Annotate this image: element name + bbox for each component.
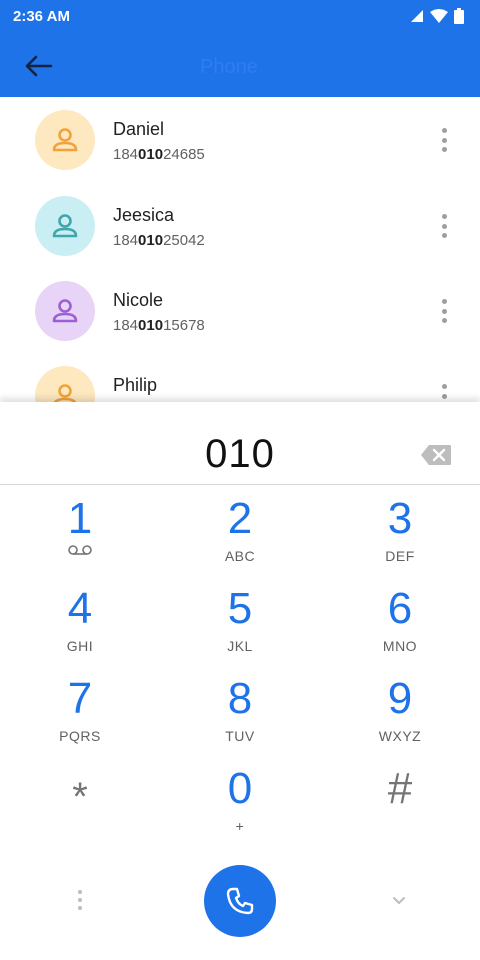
more-options-button[interactable] [436,381,452,402]
collapse-dialpad-button[interactable] [388,892,410,908]
key-letters: TUV [225,728,255,744]
chevron-down-icon [393,897,405,904]
contact-name: Daniel [113,119,165,139]
key-hash[interactable]: # [320,766,480,856]
key-digit: 2 [227,494,253,543]
key-digit: 9 [387,674,413,723]
status-icons [410,8,464,24]
key-digit: 6 [387,584,413,633]
contact-name: Philip [113,375,158,395]
key-letters: PQRS [59,728,101,744]
wifi-icon [430,9,448,23]
dialpad: 010 1 2 ABC 3 DEF 4 GHI 5 JKL 6 MNO 7 PQ… [0,402,480,960]
key-digit: 7 [67,674,93,723]
key-digit: # [387,764,413,813]
overflow-menu-button[interactable] [72,888,88,912]
avatar [35,366,95,402]
key-letters: GHI [66,638,94,654]
person-icon [52,299,78,323]
key-digit: 3 [387,494,413,543]
key-8[interactable]: 8 TUV [160,676,320,766]
key-digit: 8 [227,674,253,723]
key-digit: 1 [67,494,93,543]
status-bar: 2:36 AM [0,0,480,34]
key-6[interactable]: 6 MNO [320,586,480,676]
divider [0,484,480,485]
key-star[interactable]: * [0,766,160,856]
key-9[interactable]: 9 WXYZ [320,676,480,766]
avatar [35,196,95,256]
key-1[interactable]: 1 [0,496,160,586]
contact-name: Nicole [113,290,164,310]
more-options-button[interactable] [436,296,452,326]
key-4[interactable]: 4 GHI [0,586,160,676]
contact-number: 18401024685 [113,146,205,163]
status-time: 2:36 AM [13,8,70,25]
voicemail-icon [68,545,92,555]
app-title: Phone [200,56,258,78]
key-digit: * [72,775,88,819]
key-digit: 0 [227,764,253,813]
key-0[interactable]: 0 + [160,766,320,856]
key-letters: MNO [382,638,418,654]
key-letters: ABC [224,548,256,564]
person-icon [53,384,77,402]
key-7[interactable]: 7 PQRS [0,676,160,766]
more-options-button[interactable] [436,125,452,155]
phone-icon [226,887,254,915]
key-2[interactable]: 2 ABC [160,496,320,586]
dialed-digits[interactable]: 010 [0,432,480,477]
contact-row[interactable]: Daniel 18401024685 [0,97,480,183]
call-button[interactable] [204,865,276,937]
key-digit: 4 [67,584,93,633]
number-match: 010 [138,317,164,334]
key-digit: 5 [227,584,253,633]
person-icon [52,128,78,152]
contact-row[interactable]: Nicole 18401015678 [0,268,480,354]
avatar [35,281,95,341]
battery-icon [454,8,464,24]
more-options-button[interactable] [436,211,452,241]
back-button[interactable] [18,50,58,82]
key-letters: DEF [385,548,415,564]
key-3[interactable]: 3 DEF [320,496,480,586]
number-match: 010 [138,232,164,249]
key-5[interactable]: 5 JKL [160,586,320,676]
contact-row[interactable]: Philip [0,353,480,402]
key-letters: WXYZ [378,728,422,744]
key-letters: JKL [227,638,253,654]
person-icon [52,214,78,238]
contact-number: 18401025042 [113,232,205,249]
arrow-back-icon [25,55,53,77]
backspace-icon [421,445,451,465]
contact-name: Jeesica [113,205,175,225]
backspace-button[interactable] [420,444,452,466]
signal-icon [411,10,423,22]
avatar [35,110,95,170]
number-match: 010 [138,146,164,163]
contact-suggestions-list: Daniel 18401024685 Jeesica 18401025042 N… [0,97,480,402]
app-bar: Phone [0,34,480,97]
contact-number: 18401015678 [113,317,205,334]
key-letters: + [235,818,245,834]
contact-row[interactable]: Jeesica 18401025042 [0,183,480,269]
